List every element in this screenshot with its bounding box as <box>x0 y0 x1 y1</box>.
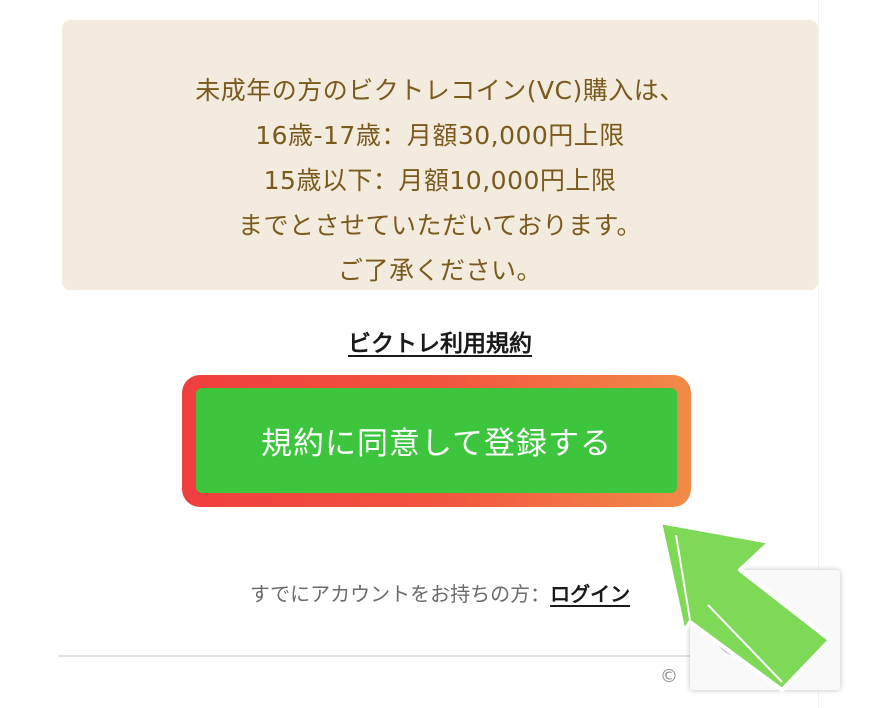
recaptcha-badge[interactable] <box>690 570 840 690</box>
notice-line-4: までとさせていただいております。 <box>237 211 642 240</box>
notice-line-2: 16歳-17歳：月額30,000円上限 <box>255 121 625 150</box>
notice-line-1: 未成年の方のビクトレコイン(VC)購入は、 <box>195 76 685 105</box>
notice-line-3: 15歳以下：月額10,000円上限 <box>263 166 617 195</box>
login-prompt: すでにアカウントをお持ちの方： <box>249 582 551 606</box>
recaptcha-icon <box>716 614 758 656</box>
terms-of-service-link[interactable]: ビクトレ利用規約 <box>348 331 532 357</box>
copyright-text: © <box>660 666 678 687</box>
agree-and-register-button[interactable]: 規約に同意して登録する <box>196 388 677 493</box>
terms-link-row: ビクトレ利用規約 <box>0 324 880 358</box>
minor-purchase-notice: 未成年の方のビクトレコイン(VC)購入は、 16歳-17歳：月額30,000円上… <box>62 20 818 290</box>
notice-line-5: ご了承ください。 <box>337 256 542 285</box>
login-link[interactable]: ログイン <box>550 582 630 606</box>
